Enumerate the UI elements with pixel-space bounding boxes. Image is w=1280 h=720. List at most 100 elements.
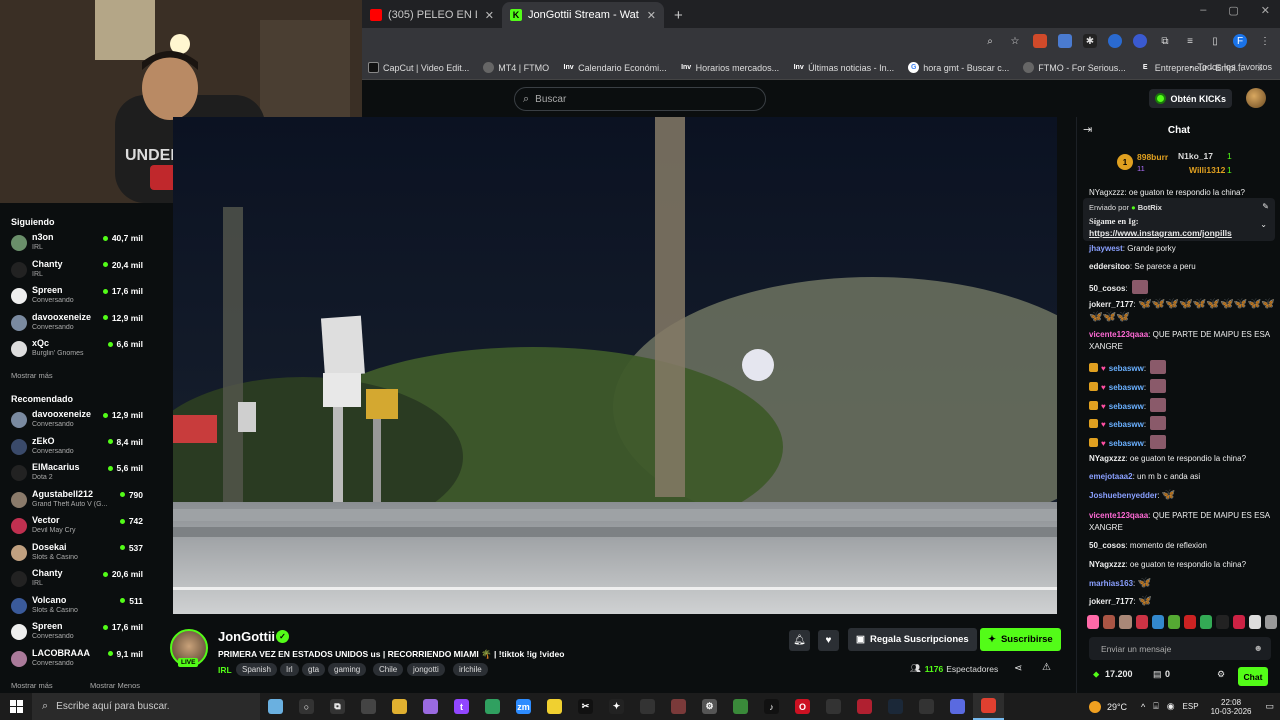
- notifications-icon[interactable]: ▭: [1265, 701, 1274, 712]
- media-icon[interactable]: ≡: [1183, 34, 1197, 48]
- tag[interactable]: gta: [302, 663, 326, 676]
- extension-icon[interactable]: ✱: [1083, 34, 1097, 48]
- show-less-recommended[interactable]: Mostrar Menos: [90, 681, 140, 690]
- emote-icon[interactable]: [1264, 615, 1278, 629]
- show-more-recommended[interactable]: Mostrar más: [11, 681, 53, 690]
- taskbar-app[interactable]: [880, 693, 911, 720]
- taskbar-app[interactable]: [415, 693, 446, 720]
- chat-username[interactable]: Joshuebenyedder: [1089, 491, 1157, 500]
- taskbar-app[interactable]: [818, 693, 849, 720]
- chat-username[interactable]: sebasww: [1109, 402, 1144, 411]
- get-kicks-button[interactable]: Obtén KICKs: [1149, 89, 1232, 108]
- chat-username[interactable]: vicente123qaaa: [1089, 511, 1148, 520]
- chat-send-button[interactable]: Chat: [1238, 667, 1268, 686]
- user-avatar[interactable]: [1246, 88, 1266, 108]
- close-tab-icon[interactable]: ✕: [485, 9, 494, 22]
- weather-temp[interactable]: 29°C: [1107, 702, 1127, 712]
- taskbar-app[interactable]: [632, 693, 663, 720]
- taskbar-app[interactable]: zm: [508, 693, 539, 720]
- translate-icon[interactable]: [1058, 34, 1072, 48]
- emote-icon[interactable]: [1151, 615, 1164, 629]
- chat-username[interactable]: 50_cosos: [1089, 284, 1125, 293]
- chat-username[interactable]: marhias163: [1089, 579, 1133, 588]
- clock[interactable]: 22:08 10-03-2026: [1211, 698, 1252, 716]
- report-icon[interactable]: ⚠: [1042, 662, 1051, 673]
- taskbar-app[interactable]: ⚙: [694, 693, 725, 720]
- sidebar-channel[interactable]: Volcano Slots & Casino 511: [0, 593, 153, 619]
- sidebar-channel[interactable]: Spreen Conversando 17,6 mil: [0, 283, 153, 309]
- chat-username[interactable]: eddersitoo: [1089, 262, 1130, 271]
- emote-icon[interactable]: [1200, 615, 1213, 629]
- profile-avatar[interactable]: F: [1233, 34, 1247, 48]
- taskbar-app[interactable]: ○: [291, 693, 322, 720]
- sidebar-channel[interactable]: Agustabell212 Grand Theft Auto V (G... 790: [0, 487, 153, 513]
- taskbar-app[interactable]: [663, 693, 694, 720]
- emote-icon[interactable]: [1119, 615, 1132, 629]
- subscribe-button[interactable]: ✦ Suscribirse: [980, 628, 1061, 651]
- menu-icon[interactable]: ⋮: [1258, 34, 1272, 48]
- pinned-link[interactable]: https://www.instagram.com/jonpills: [1089, 228, 1232, 238]
- chat-username[interactable]: emejotaaa2: [1089, 472, 1133, 481]
- emoji-icon[interactable]: ☻: [1254, 643, 1263, 653]
- unpin-icon[interactable]: ✎: [1262, 202, 1269, 211]
- chat-input[interactable]: Enviar un mensaje ☻: [1089, 637, 1271, 660]
- close-tab-icon[interactable]: ✕: [647, 9, 656, 22]
- taskbar-app[interactable]: ✦: [601, 693, 632, 720]
- close-window-button[interactable]: ✕: [1261, 4, 1270, 17]
- tag[interactable]: Spanish: [236, 663, 277, 676]
- taskbar-app[interactable]: [260, 693, 291, 720]
- chat-username[interactable]: jokerr_7177: [1089, 300, 1133, 309]
- chat-username[interactable]: vicente123qaaa: [1089, 330, 1148, 339]
- bookmark-item[interactable]: Inv Horarios mercados...: [681, 62, 779, 73]
- tag[interactable]: gaming: [328, 663, 367, 676]
- taskbar-app[interactable]: [477, 693, 508, 720]
- chat-username[interactable]: sebasww: [1109, 364, 1144, 373]
- start-button[interactable]: [0, 700, 32, 713]
- taskbar-app[interactable]: ⧉: [322, 693, 353, 720]
- share-icon[interactable]: ⋖: [1014, 663, 1022, 674]
- new-tab-button[interactable]: +: [664, 7, 693, 28]
- sidebar-channel[interactable]: Chanty IRL 20,6 mil: [0, 566, 153, 592]
- sidebar-channel[interactable]: davooxeneize Conversando 12,9 mil: [0, 310, 153, 336]
- leader-name[interactable]: Willi1312: [1189, 165, 1225, 175]
- sidebar-channel[interactable]: Chanty IRL 20,4 mil: [0, 257, 153, 283]
- taskbar-app[interactable]: O: [787, 693, 818, 720]
- taskbar-app[interactable]: [849, 693, 880, 720]
- taskbar-app[interactable]: [911, 693, 942, 720]
- bookmark-item[interactable]: CapCut | Video Edit...: [368, 62, 469, 73]
- extension-icon[interactable]: [1033, 34, 1047, 48]
- taskbar-app[interactable]: ✂: [570, 693, 601, 720]
- category-link[interactable]: IRL: [218, 665, 232, 675]
- channel-name[interactable]: JonGottii: [218, 629, 275, 644]
- chat-username[interactable]: jhaywest: [1089, 244, 1123, 253]
- zoom-icon[interactable]: ⌕: [983, 34, 997, 48]
- taskbar-app[interactable]: [973, 693, 1004, 720]
- show-more-following[interactable]: Mostrar más: [11, 371, 53, 380]
- chat-username[interactable]: NYagxzzz: [1089, 454, 1125, 463]
- taskbar-app[interactable]: [353, 693, 384, 720]
- points-count[interactable]: 17.200: [1105, 669, 1133, 679]
- chat-username[interactable]: sebasww: [1109, 439, 1144, 448]
- taskbar-app[interactable]: [725, 693, 756, 720]
- bookmark-item[interactable]: Inv Últimas noticias - In...: [793, 62, 895, 73]
- search-input[interactable]: ⌕ Buscar: [514, 87, 766, 111]
- sidebar-channel[interactable]: n3on IRL 40,7 mil: [0, 230, 153, 256]
- extension-icon[interactable]: [1133, 34, 1147, 48]
- extension-icon[interactable]: [1108, 34, 1122, 48]
- chat-username[interactable]: 50_cosos: [1089, 541, 1125, 550]
- emote-icon[interactable]: [1216, 615, 1229, 629]
- taskbar-app[interactable]: t: [446, 693, 477, 720]
- sidebar-channel[interactable]: LACOBRAAA Conversando 9,1 mil: [0, 646, 153, 672]
- bookmark-item[interactable]: FTMO - For Serious...: [1023, 62, 1126, 73]
- all-bookmarks[interactable]: Todos los favoritos: [1190, 62, 1272, 72]
- bookmark-star-icon[interactable]: ☆: [1008, 34, 1022, 48]
- sidepanel-icon[interactable]: ▯: [1208, 34, 1222, 48]
- emote-icon[interactable]: [1087, 615, 1100, 629]
- chat-username[interactable]: jokerr_7177: [1089, 597, 1133, 606]
- taskbar-search[interactable]: ⌕ Escribe aquí para buscar.: [32, 693, 260, 720]
- language-indicator[interactable]: ESP: [1183, 702, 1199, 711]
- chevron-down-icon[interactable]: ⌄: [1260, 220, 1267, 229]
- minimize-button[interactable]: –: [1200, 4, 1206, 17]
- sidebar-channel[interactable]: davooxeneize Conversando 12,9 mil: [0, 407, 153, 433]
- emote-icon[interactable]: [1248, 615, 1261, 629]
